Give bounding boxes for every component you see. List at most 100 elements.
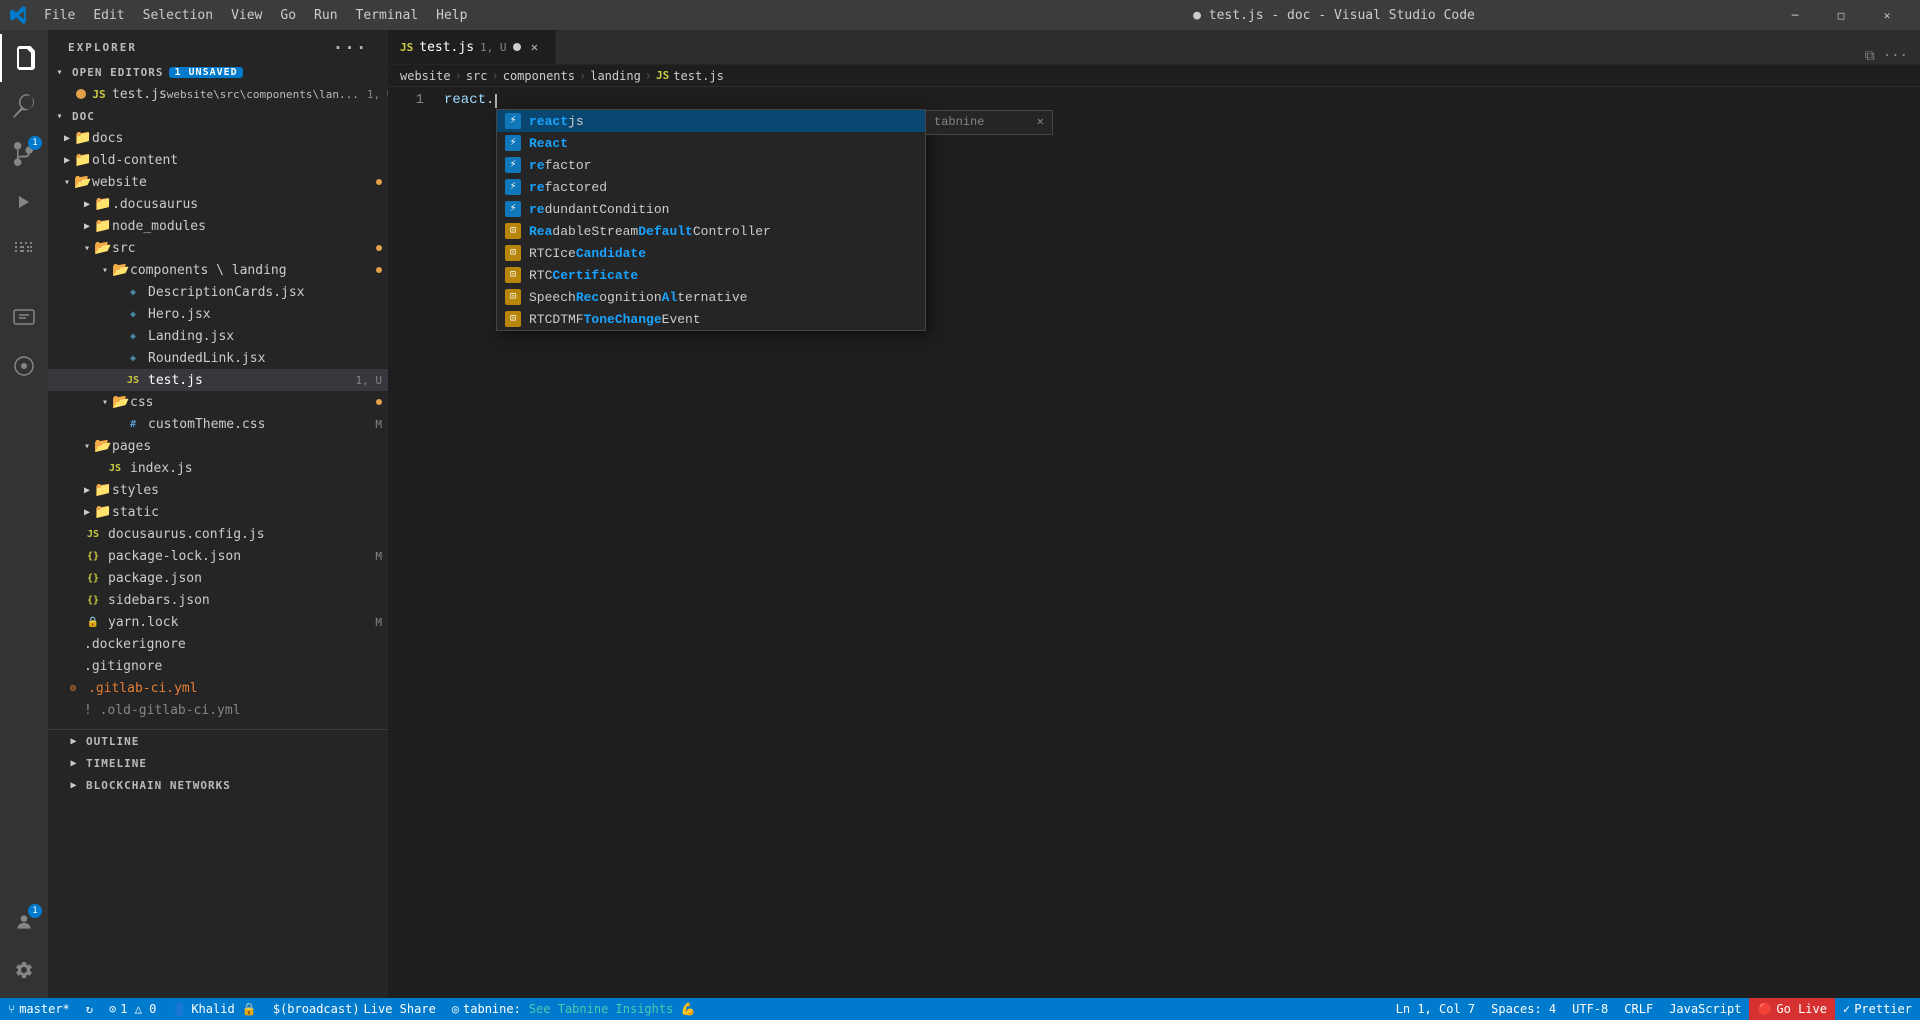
tab-close-button[interactable]: ✕ xyxy=(527,39,543,55)
doc-label: DOC xyxy=(72,110,95,123)
old-content-folder[interactable]: ▶ 📁 old-content xyxy=(48,149,388,171)
menu-item-go[interactable]: Go xyxy=(272,6,304,25)
landing-jsx-file[interactable]: ◈ Landing.jsx xyxy=(48,325,388,347)
ac-item-refactored[interactable]: ⚡ refactored xyxy=(497,176,925,198)
encoding-item[interactable]: UTF-8 xyxy=(1564,998,1616,1020)
docusaurus-folder[interactable]: ▶ 📁 .docusaurus xyxy=(48,193,388,215)
css-folder[interactable]: ▾ 📂 css xyxy=(48,391,388,413)
components-landing-folder[interactable]: ▾ 📂 components \ landing xyxy=(48,259,388,281)
ac-item-speech[interactable]: ⊡ SpeechRecognitionAlternative xyxy=(497,286,925,308)
tab-testjs[interactable]: JS test.js 1, U ✕ xyxy=(388,30,556,64)
blockchain-section[interactable]: ▶ Blockchain Networks xyxy=(48,774,388,796)
json-icon: {} xyxy=(84,595,102,606)
go-live-item[interactable]: 🔴 Go Live xyxy=(1749,998,1835,1020)
ac-item-redundant[interactable]: ⚡ redundantCondition xyxy=(497,198,925,220)
sidebar-more-icon[interactable]: ··· xyxy=(333,38,368,57)
ac-item-rtccert[interactable]: ⊡ RTCCertificate xyxy=(497,264,925,286)
description-cards-file[interactable]: ◈ DescriptionCards.jsx xyxy=(48,281,388,303)
minimize-button[interactable]: ─ xyxy=(1772,0,1818,30)
extensions-icon[interactable] xyxy=(0,226,48,274)
sidebars-json-file[interactable]: {} sidebars.json xyxy=(48,589,388,611)
open-editors-header[interactable]: ▾ Open Editors 1 UNSAVED xyxy=(48,61,388,83)
menu-item-selection[interactable]: Selection xyxy=(135,6,221,25)
folder-open-icon: 📂 xyxy=(74,174,92,190)
error-warning-item[interactable]: ⊙ 1 △ 0 xyxy=(101,998,164,1020)
ac-item-react[interactable]: ⚡ React xyxy=(497,132,925,154)
rounded-link-name: RoundedLink.jsx xyxy=(148,351,388,366)
explorer-icon[interactable] xyxy=(0,34,48,82)
ac-item-refactor[interactable]: ⚡ refactor xyxy=(497,154,925,176)
remote-icon[interactable] xyxy=(0,294,48,342)
ac-variable-icon: ⚡ xyxy=(505,135,521,151)
sidebar-content[interactable]: ▾ Open Editors 1 UNSAVED JS test.js webs… xyxy=(48,61,388,998)
outline-section[interactable]: ▶ Outline xyxy=(48,730,388,752)
prettier-item[interactable]: ✓ Prettier xyxy=(1835,998,1920,1020)
accounts-icon[interactable]: 1 xyxy=(0,898,48,946)
breadcrumb-website[interactable]: website xyxy=(400,69,451,83)
static-folder[interactable]: ▶ 📁 static xyxy=(48,501,388,523)
styles-folder[interactable]: ▶ 📁 styles xyxy=(48,479,388,501)
tabnine-item[interactable]: ◎ tabnine: See Tabnine Insights 💪 xyxy=(444,998,704,1020)
ac-item-rtcdtmf[interactable]: ⊡ RTCDTMFToneChangeEvent xyxy=(497,308,925,330)
ac-item-reactjs[interactable]: ⚡ reactjs xyxy=(497,110,925,132)
close-button[interactable]: ✕ xyxy=(1864,0,1910,30)
more-actions-icon[interactable]: ··· xyxy=(1883,48,1908,64)
custom-theme-file[interactable]: # customTheme.css M xyxy=(48,413,388,435)
index-js-file[interactable]: JS index.js xyxy=(48,457,388,479)
old-gitlab-ci-file[interactable]: ! .old-gitlab-ci.yml xyxy=(48,699,388,721)
line-ending-item[interactable]: CRLF xyxy=(1616,998,1661,1020)
ac-label-react: React xyxy=(529,134,917,153)
timeline-section[interactable]: ▶ Timeline xyxy=(48,752,388,774)
test-js-file[interactable]: JS test.js 1, U xyxy=(48,369,388,391)
autocomplete-dropdown[interactable]: tabnine ✕ ⚡ reactjs ⚡ React xyxy=(496,109,926,331)
menu-item-file[interactable]: File xyxy=(36,6,83,25)
pages-folder[interactable]: ▾ 📂 pages xyxy=(48,435,388,457)
folder-icon: 📁 xyxy=(74,152,92,168)
cursor-position-item[interactable]: Ln 1, Col 7 xyxy=(1388,998,1483,1020)
run-debug-icon[interactable] xyxy=(0,178,48,226)
node-modules-folder[interactable]: ▶ 📁 node_modules xyxy=(48,215,388,237)
doc-section-header[interactable]: ▾ DOC xyxy=(48,105,388,127)
package-lock-file[interactable]: {} package-lock.json M xyxy=(48,545,388,567)
editor[interactable]: 1 react. tabnine ✕ ⚡ reactjs xyxy=(388,87,1920,998)
docs-folder[interactable]: ▶ 📁 docs xyxy=(48,127,388,149)
ac-item-readable[interactable]: ⊡ ReadableStreamDefaultController xyxy=(497,220,925,242)
user-item[interactable]: 👤 Khalid 🔒 xyxy=(164,998,264,1020)
yarn-lock-file[interactable]: 🔒 yarn.lock M xyxy=(48,611,388,633)
source-control-icon[interactable]: 1 xyxy=(0,130,48,178)
menu-item-terminal[interactable]: Terminal xyxy=(348,6,427,25)
ac-item-rtcice[interactable]: ⊡ RTCIceCandidate xyxy=(497,242,925,264)
split-editor-icon[interactable]: ⧉ xyxy=(1865,48,1875,64)
live-share-item[interactable]: $(broadcast) Live Share xyxy=(265,998,444,1020)
sync-item[interactable]: ↻ xyxy=(78,998,101,1020)
spaces-item[interactable]: Spaces: 4 xyxy=(1483,998,1564,1020)
hero-jsx-file[interactable]: ◈ Hero.jsx xyxy=(48,303,388,325)
rounded-link-file[interactable]: ◈ RoundedLink.jsx xyxy=(48,347,388,369)
breadcrumb-landing[interactable]: landing xyxy=(590,69,641,83)
autocomplete-close-icon[interactable]: ✕ xyxy=(1037,113,1044,132)
menu-item-help[interactable]: Help xyxy=(428,6,475,25)
gitlab-ci-file[interactable]: ⚙ .gitlab-ci.yml xyxy=(48,677,388,699)
menu-item-run[interactable]: Run xyxy=(306,6,345,25)
git-branch-item[interactable]: ⑂ master* xyxy=(0,998,78,1020)
maximize-button[interactable]: □ xyxy=(1818,0,1864,30)
package-json-file[interactable]: {} package.json xyxy=(48,567,388,589)
website-folder[interactable]: ▾ 📂 website xyxy=(48,171,388,193)
breadcrumb-components[interactable]: components xyxy=(503,69,575,83)
breadcrumb-src[interactable]: src xyxy=(466,69,488,83)
search-icon[interactable] xyxy=(0,82,48,130)
docusaurus-config-file[interactable]: JS docusaurus.config.js xyxy=(48,523,388,545)
menu-item-edit[interactable]: Edit xyxy=(85,6,132,25)
menu-item-view[interactable]: View xyxy=(223,6,270,25)
tabnine-insights-label[interactable]: See Tabnine Insights 💪 xyxy=(529,1002,696,1016)
gitignore-name: .gitignore xyxy=(64,659,388,674)
settings-icon[interactable] xyxy=(0,946,48,994)
code-area[interactable]: react. tabnine ✕ ⚡ reactjs ⚡ xyxy=(436,87,1920,998)
gitignore-file[interactable]: .gitignore xyxy=(48,655,388,677)
src-folder[interactable]: ▾ 📂 src xyxy=(48,237,388,259)
open-editor-testjs[interactable]: JS test.js website\src\components\lan...… xyxy=(48,83,388,105)
liveshare-icon[interactable] xyxy=(0,342,48,390)
language-item[interactable]: JavaScript xyxy=(1661,998,1749,1020)
dockerignore-file[interactable]: .dockerignore xyxy=(48,633,388,655)
language-label: JavaScript xyxy=(1669,1002,1741,1016)
